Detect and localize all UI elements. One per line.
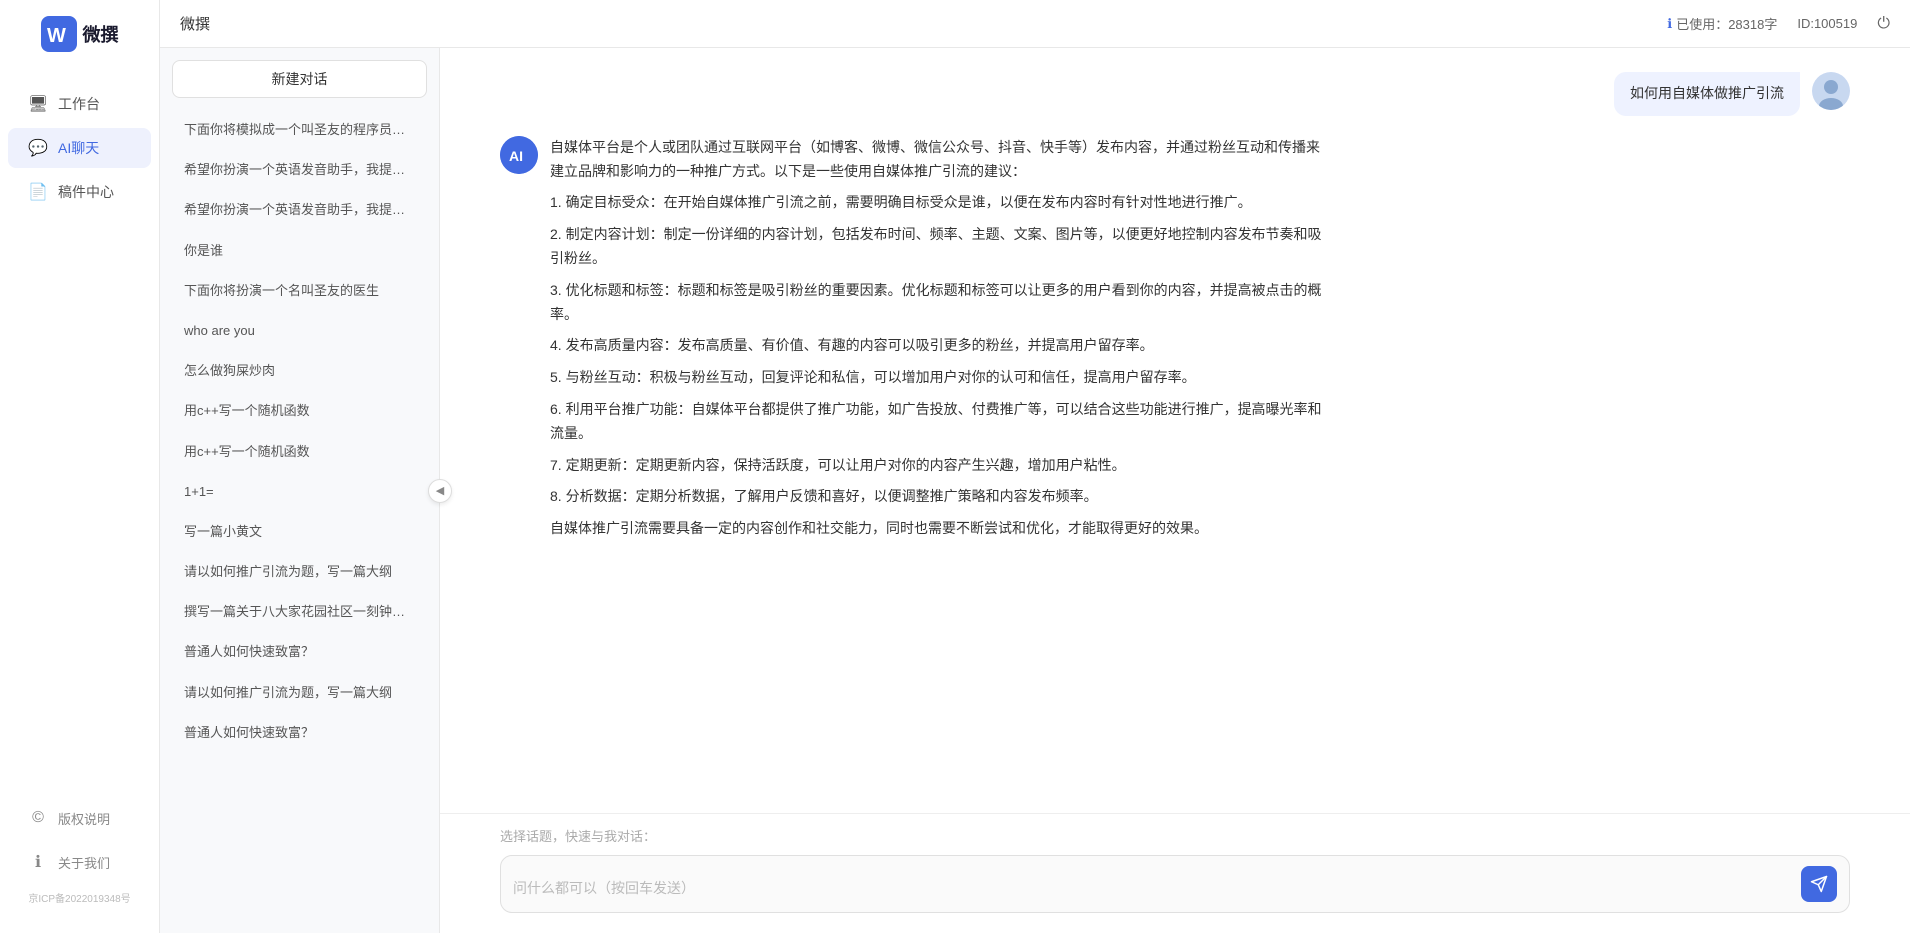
chat-item-10[interactable]: 1+1= xyxy=(168,473,431,511)
sidebar-item-copyright[interactable]: © 版权说明 xyxy=(8,798,151,838)
panel-wrapper: 新建对话 下面你将模拟成一个叫圣友的程序员，我说... 希望你扮演一个英语发音助… xyxy=(160,48,440,933)
ai-message: AI 自媒体平台是个人或团队通过互联网平台（如博客、微博、微信公众号、抖音、快手… xyxy=(500,136,1850,541)
topbar-usage: ℹ 已使用：28318字 xyxy=(1667,14,1777,33)
sidebar-item-workspace-label: 工作台 xyxy=(58,94,100,114)
collapse-panel-button[interactable]: ◀ xyxy=(428,479,452,503)
chat-item-14[interactable]: 普通人如何快速致富？ xyxy=(168,633,431,671)
drafts-icon: 📄 xyxy=(28,182,48,202)
chat-list-panel: 新建对话 下面你将模拟成一个叫圣友的程序员，我说... 希望你扮演一个英语发音助… xyxy=(160,48,440,933)
messages: 如何用自媒体做推广引流 AI 自媒体平台是个人或团队通过互联网平台（如博客、微博… xyxy=(440,48,1910,813)
main: 微撰 ℹ 已使用：28318字 ID:100519 ⏻ 新建对话 下面你将模拟成… xyxy=(160,0,1910,933)
topbar-id: ID:100519 xyxy=(1797,16,1857,31)
chat-item-15[interactable]: 请以如何推广引流为题，写一篇大纲 xyxy=(168,674,431,712)
chat-item-12[interactable]: 请以如何推广引流为题，写一篇大纲 xyxy=(168,553,431,591)
sidebar-item-workspace[interactable]: 🖥 工作台 xyxy=(8,84,151,124)
ai-para-9: 自媒体推广引流需要具备一定的内容创作和社交能力，同时也需要不断尝试和优化，才能取… xyxy=(550,517,1330,541)
chat-item-3[interactable]: 希望你扮演一个英语发音助手，我提供给你... xyxy=(168,191,431,229)
ai-para-8: 8. 分析数据：定期分析数据，了解用户反馈和喜好，以便调整推广策略和内容发布频率… xyxy=(550,485,1330,509)
user-avatar-img xyxy=(1812,72,1850,110)
copyright-icon: © xyxy=(28,808,48,828)
nav-bottom: © 版权说明 ℹ 关于我们 京ICP备2022019348号 xyxy=(0,798,159,917)
sidebar-item-copyright-label: 版权说明 xyxy=(58,809,110,828)
topbar-right: ℹ 已使用：28318字 ID:100519 ⏻ xyxy=(1667,14,1890,33)
svg-text:AI: AI xyxy=(509,148,523,164)
new-chat-button[interactable]: 新建对话 xyxy=(172,60,427,98)
chat-item-11[interactable]: 写一篇小黄文 xyxy=(168,513,431,551)
sidebar: W 微撰 🖥 工作台 💬 AI聊天 📄 稿件中心 © 版权说明 ℹ 关于我们 京… xyxy=(0,0,160,933)
ai-para-2: 2. 制定内容计划：制定一份详细的内容计划，包括发布时间、频率、主题、文案、图片… xyxy=(550,223,1330,271)
logo-area: W 微撰 xyxy=(25,16,135,52)
user-message: 如何用自媒体做推广引流 xyxy=(500,72,1850,116)
user-avatar xyxy=(1812,72,1850,110)
content: 新建对话 下面你将模拟成一个叫圣友的程序员，我说... 希望你扮演一个英语发音助… xyxy=(160,48,1910,933)
send-button[interactable] xyxy=(1801,866,1837,902)
user-message-text: 如何用自媒体做推广引流 xyxy=(1630,85,1784,101)
ai-avatar-img: AI xyxy=(500,136,538,174)
ai-avatar: AI xyxy=(500,136,538,174)
workspace-icon: 🖥 xyxy=(28,94,48,114)
sidebar-item-drafts[interactable]: 📄 稿件中心 xyxy=(8,172,151,212)
svg-text:W: W xyxy=(47,25,66,47)
chat-item-4[interactable]: 你是谁 xyxy=(168,232,431,270)
chat-item-16[interactable]: 普通人如何快速致富？ xyxy=(168,714,431,752)
nav-items: 🖥 工作台 💬 AI聊天 📄 稿件中心 xyxy=(0,84,159,798)
sidebar-item-about[interactable]: ℹ 关于我们 xyxy=(8,842,151,882)
send-icon xyxy=(1810,875,1828,893)
sidebar-item-drafts-label: 稿件中心 xyxy=(58,182,114,202)
chat-item-9[interactable]: 用c++写一个随机函数 xyxy=(168,433,431,471)
ai-para-0: 自媒体平台是个人或团队通过互联网平台（如博客、微博、微信公众号、抖音、快手等）发… xyxy=(550,136,1330,184)
topbar-title: 微撰 xyxy=(180,13,1651,34)
chat-area: 如何用自媒体做推广引流 AI 自媒体平台是个人或团队通过互联网平台（如博客、微博… xyxy=(440,48,1910,933)
quick-topics-label: 选择话题，快速与我对话： xyxy=(500,826,1850,845)
user-bubble: 如何用自媒体做推广引流 xyxy=(1614,72,1800,116)
input-box xyxy=(500,855,1850,913)
ai-para-3: 3. 优化标题和标签：标题和标签是吸引粉丝的重要因素。优化标题和标签可以让更多的… xyxy=(550,279,1330,327)
ai-para-6: 6. 利用平台推广功能：自媒体平台都提供了推广功能，如广告投放、付费推广等，可以… xyxy=(550,398,1330,446)
chat-item-8[interactable]: 用c++写一个随机函数 xyxy=(168,392,431,430)
sidebar-item-about-label: 关于我们 xyxy=(58,853,110,872)
ai-bubble: 自媒体平台是个人或团队通过互联网平台（如博客、微博、微信公众号、抖音、快手等）发… xyxy=(550,136,1330,541)
ai-para-5: 5. 与粉丝互动：积极与粉丝互动，回复评论和私信，可以增加用户对你的认可和信任，… xyxy=(550,366,1330,390)
ai-para-1: 1. 确定目标受众：在开始自媒体推广引流之前，需要明确目标受众是谁，以便在发布内… xyxy=(550,191,1330,215)
about-icon: ℹ xyxy=(28,852,48,872)
chat-item-5[interactable]: 下面你将扮演一个名叫圣友的医生 xyxy=(168,272,431,310)
chat-item-7[interactable]: 怎么做狗屎炒肉 xyxy=(168,352,431,390)
chat-item-2[interactable]: 希望你扮演一个英语发音助手，我提供给你... xyxy=(168,151,431,189)
chat-item-1[interactable]: 下面你将模拟成一个叫圣友的程序员，我说... xyxy=(168,111,431,149)
power-icon[interactable]: ⏻ xyxy=(1877,15,1890,33)
ai-para-7: 7. 定期更新：定期更新内容，保持活跃度，可以让用户对你的内容产生兴趣，增加用户… xyxy=(550,454,1330,478)
logo-icon: W xyxy=(41,16,77,52)
input-area: 选择话题，快速与我对话： xyxy=(440,813,1910,933)
sidebar-item-ai-chat[interactable]: 💬 AI聊天 xyxy=(8,128,151,168)
chat-item-13[interactable]: 撰写一篇关于八大家花园社区一刻钟便民生... xyxy=(168,593,431,631)
topbar: 微撰 ℹ 已使用：28318字 ID:100519 ⏻ xyxy=(160,0,1910,48)
icp-text: 京ICP备2022019348号 xyxy=(0,886,159,909)
chat-item-6[interactable]: who are you xyxy=(168,312,431,350)
sidebar-item-ai-chat-label: AI聊天 xyxy=(58,138,99,158)
ai-chat-icon: 💬 xyxy=(28,138,48,158)
chat-input[interactable] xyxy=(513,878,1793,902)
logo-text: 微撰 xyxy=(83,21,119,47)
usage-info-icon: ℹ xyxy=(1667,16,1672,32)
usage-text: 已使用：28318字 xyxy=(1676,14,1777,33)
ai-para-4: 4. 发布高质量内容：发布高质量、有价值、有趣的内容可以吸引更多的粉丝，并提高用… xyxy=(550,334,1330,358)
